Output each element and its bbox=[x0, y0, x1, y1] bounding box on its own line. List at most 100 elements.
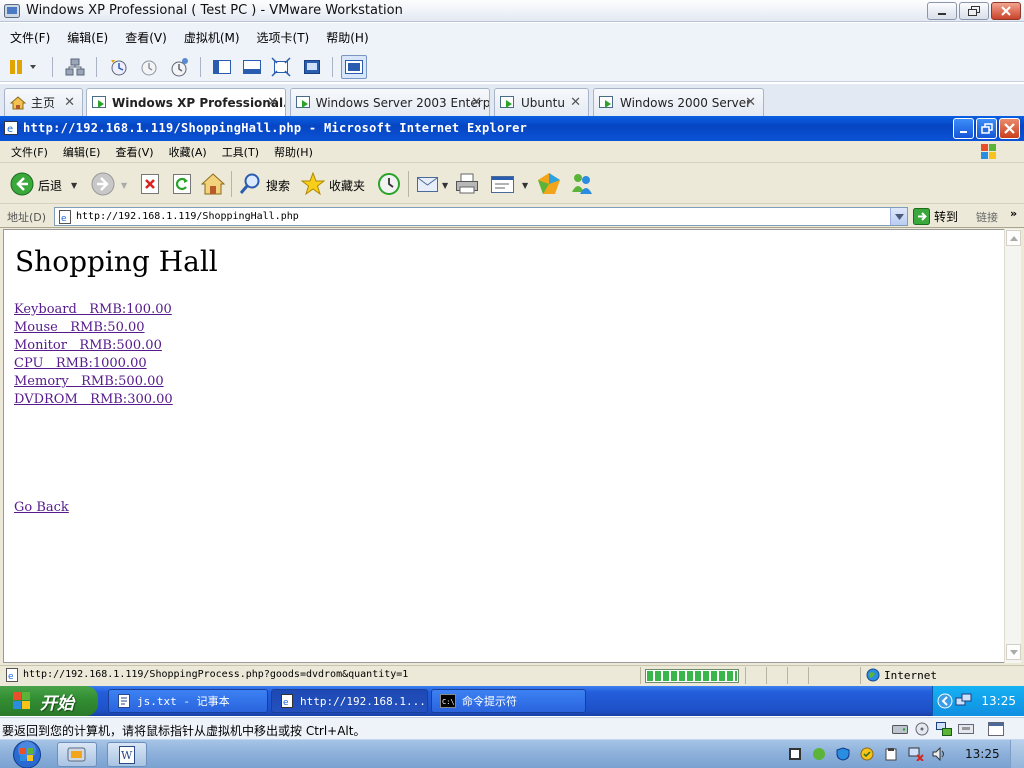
cd-rom-icon[interactable] bbox=[914, 722, 930, 736]
tab-home[interactable]: 主页 ✕ bbox=[4, 88, 83, 116]
clipboard-icon[interactable] bbox=[884, 747, 898, 761]
windows-start-orb-icon[interactable] bbox=[10, 740, 44, 768]
messenger-icon[interactable] bbox=[570, 172, 594, 196]
history-icon[interactable] bbox=[377, 172, 401, 196]
thumbnail-bar-icon[interactable] bbox=[242, 57, 262, 77]
tab-close-icon[interactable]: ✕ bbox=[745, 95, 756, 110]
network-adapter-icon[interactable] bbox=[936, 722, 952, 736]
vmware-menu-view[interactable]: 查看(V) bbox=[125, 29, 167, 46]
vmware-app-icon bbox=[4, 4, 20, 18]
network-connection-icon[interactable] bbox=[955, 693, 973, 709]
product-link-keyboard[interactable]: Keyboard RMB:100.00 bbox=[14, 302, 172, 317]
media-icon[interactable] bbox=[537, 172, 561, 196]
tab-close-icon[interactable]: ✕ bbox=[570, 95, 581, 110]
back-arrow-icon[interactable] bbox=[10, 172, 34, 196]
tab-windows-xp[interactable]: Windows XP Professional... ✕ bbox=[86, 88, 286, 117]
tray-expand-icon[interactable] bbox=[937, 693, 953, 709]
ie-menu-file[interactable]: 文件(F) bbox=[11, 144, 48, 160]
product-link-cpu[interactable]: CPU RMB:1000.00 bbox=[14, 356, 147, 371]
ie-close-button[interactable] bbox=[999, 118, 1020, 139]
back-button[interactable]: 后退 bbox=[38, 177, 62, 194]
shield-icon[interactable] bbox=[836, 747, 850, 761]
full-screen-icon[interactable] bbox=[271, 57, 291, 77]
xp-task-cmd[interactable]: C:\ 命令提示符 bbox=[431, 689, 586, 713]
forward-dropdown-icon[interactable]: ▼ bbox=[121, 181, 127, 190]
vmware-minimize-button[interactable] bbox=[927, 2, 957, 20]
ie-menu-tools[interactable]: 工具(T) bbox=[222, 144, 259, 160]
address-input[interactable]: e http://192.168.1.119/ShoppingHall.php bbox=[54, 207, 908, 226]
go-back-link[interactable]: Go Back bbox=[14, 500, 69, 515]
network-status-icon[interactable] bbox=[908, 747, 924, 761]
go-button[interactable]: 转到 bbox=[913, 208, 958, 225]
vmware-restore-button[interactable] bbox=[959, 2, 989, 20]
show-sidebar-icon[interactable] bbox=[212, 57, 232, 77]
tab-ubuntu[interactable]: Ubuntu ✕ bbox=[494, 88, 589, 116]
ie-menu-help[interactable]: 帮助(H) bbox=[274, 144, 313, 160]
revert-snapshot-icon[interactable] bbox=[138, 57, 160, 77]
globe-icon bbox=[866, 668, 880, 682]
xp-start-button[interactable]: 开始 bbox=[0, 686, 98, 716]
address-dropdown-button[interactable] bbox=[890, 208, 907, 225]
product-link-monitor[interactable]: Monitor RMB:500.00 bbox=[14, 338, 162, 353]
back-dropdown-icon[interactable]: ▼ bbox=[71, 181, 77, 190]
vertical-scrollbar[interactable] bbox=[1004, 229, 1021, 663]
product-link-memory[interactable]: Memory RMB:500.00 bbox=[14, 374, 164, 389]
mail-dropdown-icon[interactable]: ▼ bbox=[442, 181, 448, 190]
edit-dropdown-icon[interactable]: ▼ bbox=[522, 181, 528, 190]
refresh-icon[interactable] bbox=[171, 172, 193, 196]
snapshot-manager-icon[interactable] bbox=[168, 57, 190, 77]
network-icon[interactable] bbox=[64, 57, 86, 77]
ie-restore-button[interactable] bbox=[976, 118, 997, 139]
ie-menu-edit[interactable]: 编辑(E) bbox=[63, 144, 101, 160]
ie-menu-favorites[interactable]: 收藏(A) bbox=[169, 144, 207, 160]
home-icon[interactable] bbox=[201, 172, 225, 196]
ie-window-title: http://192.168.1.119/ShoppingHall.php - … bbox=[23, 121, 528, 135]
scroll-down-button[interactable] bbox=[1006, 644, 1021, 660]
xp-task-ie[interactable]: e http://192.168.1... bbox=[271, 689, 428, 713]
security-tray-icon[interactable] bbox=[860, 747, 874, 761]
ie-minimize-button[interactable] bbox=[953, 118, 974, 139]
host-task-vmware[interactable] bbox=[57, 742, 97, 767]
vmware-menu-help[interactable]: 帮助(H) bbox=[326, 29, 368, 46]
guest-screen[interactable]: e http://192.168.1.119/ShoppingHall.php … bbox=[0, 116, 1024, 716]
vmware-menu-file[interactable]: 文件(F) bbox=[10, 29, 50, 46]
favorites-star-icon[interactable] bbox=[301, 172, 325, 196]
tab-windows-server-2003[interactable]: Windows Server 2003 Enterpr... ✕ bbox=[290, 88, 490, 116]
show-desktop-button[interactable] bbox=[1010, 740, 1024, 768]
edit-icon[interactable] bbox=[490, 172, 516, 196]
snapshot-icon[interactable] bbox=[108, 57, 130, 77]
unity-icon[interactable] bbox=[302, 57, 322, 77]
host-task-wordpad[interactable]: W bbox=[107, 742, 147, 767]
tab-close-icon[interactable]: ✕ bbox=[64, 95, 75, 110]
message-log-icon[interactable] bbox=[988, 722, 1004, 736]
vmware-status-message: 要返回到您的计算机，请将鼠标指针从虚拟机中移出或按 Ctrl+Alt。 bbox=[2, 724, 366, 738]
volume-icon[interactable] bbox=[932, 747, 946, 761]
search-icon[interactable] bbox=[238, 172, 262, 196]
print-icon[interactable] bbox=[455, 172, 479, 196]
media-tray-icon[interactable] bbox=[788, 747, 802, 761]
vmware-menu-vm[interactable]: 虚拟机(M) bbox=[184, 29, 240, 46]
green-tray-icon[interactable] bbox=[812, 747, 826, 761]
forward-arrow-icon[interactable] bbox=[91, 172, 115, 196]
tab-close-icon[interactable]: ✕ bbox=[471, 95, 482, 110]
vmware-menu-bar: 文件(F) 编辑(E) 查看(V) 虚拟机(M) 选项卡(T) 帮助(H) bbox=[0, 23, 1024, 52]
product-link-mouse[interactable]: Mouse RMB:50.00 bbox=[14, 320, 145, 335]
stop-icon[interactable] bbox=[139, 172, 161, 196]
links-more-icon[interactable]: » bbox=[1010, 207, 1017, 220]
favorites-button[interactable]: 收藏夹 bbox=[329, 177, 365, 194]
tab-close-icon[interactable]: ✕ bbox=[267, 95, 278, 110]
pause-icon[interactable] bbox=[8, 57, 38, 77]
tab-windows-2000-server[interactable]: Windows 2000 Server ✕ bbox=[593, 88, 764, 116]
vmware-menu-edit[interactable]: 编辑(E) bbox=[67, 29, 108, 46]
scroll-up-button[interactable] bbox=[1006, 230, 1021, 246]
usb-device-icon[interactable] bbox=[958, 722, 974, 736]
links-button[interactable]: 链接 bbox=[976, 209, 998, 225]
vmware-menu-tabs[interactable]: 选项卡(T) bbox=[257, 29, 310, 46]
ie-menu-view[interactable]: 查看(V) bbox=[115, 144, 153, 160]
search-button[interactable]: 搜索 bbox=[266, 177, 290, 194]
mail-icon[interactable] bbox=[416, 172, 440, 196]
hard-disk-icon[interactable] bbox=[892, 722, 908, 736]
xp-task-notepad[interactable]: js.txt - 记事本 bbox=[108, 689, 268, 713]
vmware-close-button[interactable] bbox=[991, 2, 1021, 20]
product-link-dvdrom[interactable]: DVDROM RMB:300.00 bbox=[14, 392, 173, 407]
